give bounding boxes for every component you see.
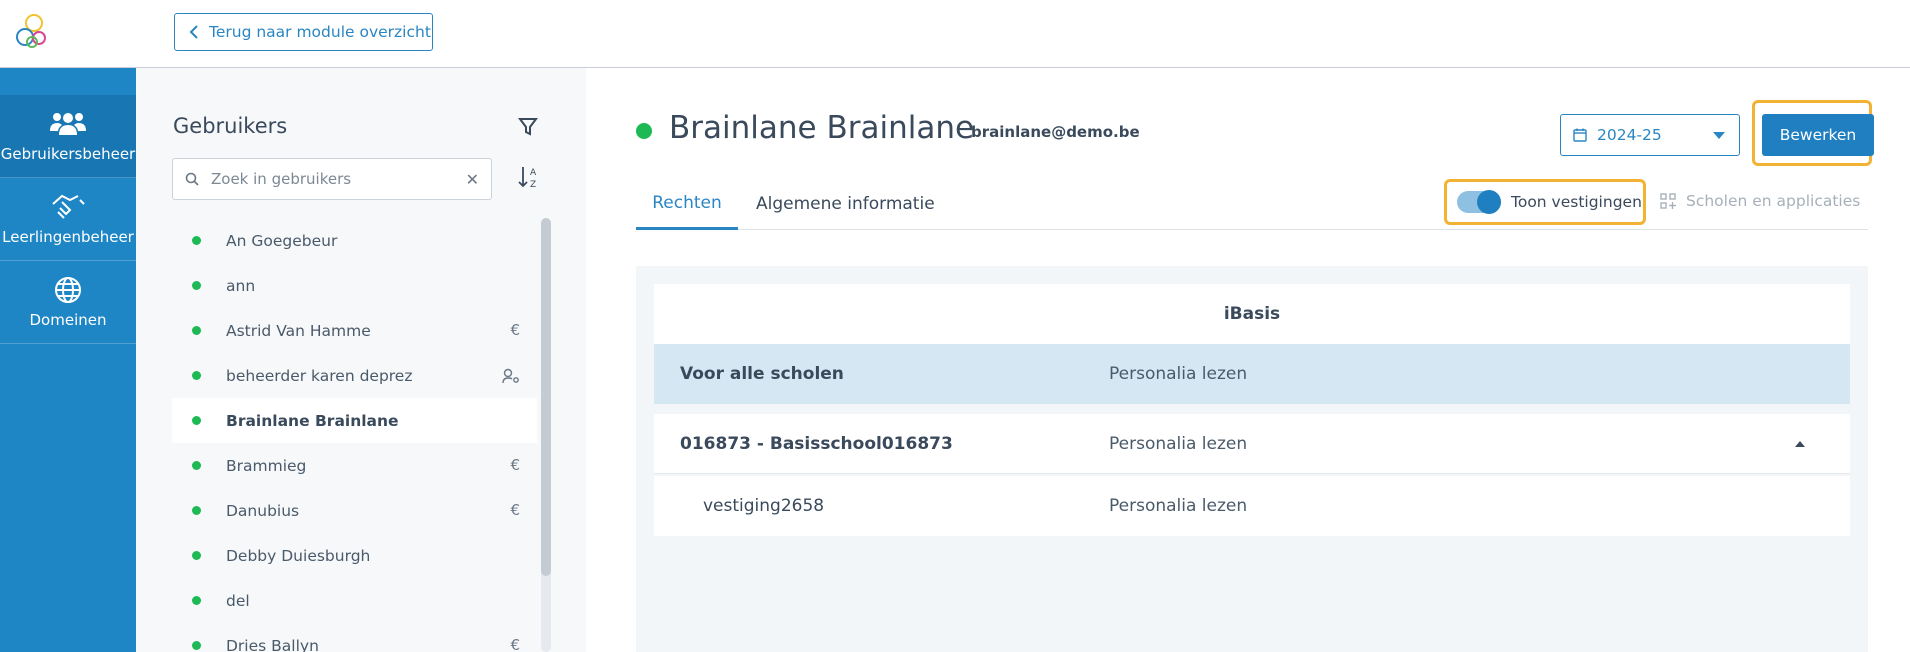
application-card: iBasis Voor alle scholen Personalia leze…: [654, 284, 1850, 538]
brainlane-logo: [16, 14, 46, 48]
nav-label: Gebruikersbeheer: [0, 145, 136, 163]
list-item-selected[interactable]: Brainlane Brainlane: [172, 398, 537, 443]
user-name: Dries Ballyn: [226, 636, 319, 652]
chevron-left-icon: [189, 25, 198, 39]
list-item[interactable]: ann: [172, 263, 537, 308]
user-name: Debby Duiesburgh: [226, 546, 371, 565]
page-title: Brainlane Brainlane: [669, 110, 975, 146]
row-name: vestiging2658: [703, 496, 825, 516]
table-row[interactable]: 016873 - Basisschool016873 Personalia le…: [654, 414, 1850, 474]
search-box: ✕: [172, 158, 492, 200]
nav-label: Domeinen: [29, 311, 107, 329]
tab-algemene-informatie[interactable]: Algemene informatie: [756, 178, 935, 230]
back-to-modules-button[interactable]: Terug naar module overzicht: [174, 13, 433, 51]
show-branches-toggle[interactable]: [1457, 190, 1501, 214]
user-name: beheerder karen deprez: [226, 366, 413, 385]
toggle-highlight: Toon vestigingen: [1444, 179, 1646, 225]
schools-and-apps-button[interactable]: Scholen en applicaties: [1660, 192, 1860, 210]
user-name: Danubius: [226, 501, 300, 520]
user-name: Astrid Van Hamme: [226, 321, 371, 340]
table-row[interactable]: vestiging2658 Personalia lezen: [654, 476, 1850, 536]
list-item[interactable]: Danubius €: [172, 488, 537, 533]
card-title: iBasis: [654, 284, 1850, 344]
list-item[interactable]: beheerder karen deprez: [172, 353, 537, 398]
active-status-dot: [192, 281, 201, 290]
user-list-panel: Gebruikers ✕ A Z An Goegebeur ann Astrid…: [136, 68, 586, 652]
list-item[interactable]: Debby Duiesburgh: [172, 533, 537, 578]
nav-label: Leerlingenbeheer: [2, 228, 134, 246]
edit-highlight: Bewerken: [1752, 100, 1874, 166]
search-icon: [185, 172, 199, 186]
nav-item-leerlingenbeheer[interactable]: Leerlingenbeheer: [0, 178, 136, 261]
schools-label: Scholen en applicaties: [1686, 192, 1861, 210]
toggle-label: Toon vestigingen: [1511, 193, 1642, 211]
sort-alpha-icon[interactable]: A Z: [518, 165, 540, 189]
svg-text:Z: Z: [530, 180, 536, 189]
euro-icon: €: [510, 321, 520, 339]
collapse-icon[interactable]: [1795, 441, 1805, 447]
svg-text:A: A: [530, 168, 537, 178]
active-status-dot: [192, 551, 201, 560]
active-status-dot: [192, 236, 201, 245]
user-name: del: [226, 591, 250, 610]
active-status-dot: [192, 596, 201, 605]
user-gear-icon: [502, 368, 519, 384]
handshake-icon: [52, 194, 85, 219]
clear-search-icon[interactable]: ✕: [466, 170, 479, 189]
user-name: Brammieg: [226, 456, 307, 475]
edit-button[interactable]: Bewerken: [1762, 114, 1874, 156]
search-input[interactable]: [211, 170, 454, 188]
user-list-scrollbar[interactable]: [541, 218, 551, 652]
list-item[interactable]: Astrid Van Hamme €: [172, 308, 537, 353]
back-button-label: Terug naar module overzicht: [209, 23, 431, 41]
toggle-knob: [1477, 190, 1501, 214]
nav-item-gebruikersbeheer[interactable]: Gebruikersbeheer: [0, 95, 136, 178]
left-navigation: Gebruikersbeheer Leerlingenbeheer Domein…: [0, 68, 136, 652]
user-name: An Goegebeur: [226, 231, 338, 250]
euro-icon: €: [510, 636, 520, 652]
list-item[interactable]: An Goegebeur: [172, 218, 537, 263]
top-bar: Terug naar module overzicht: [0, 0, 1910, 68]
nav-item-domeinen[interactable]: Domeinen: [0, 261, 136, 344]
main-content: Brainlane Brainlane brainlane@demo.be 20…: [586, 68, 1910, 652]
active-status-dot: [192, 371, 201, 380]
active-status-dot: [192, 461, 201, 470]
active-status-dot: [192, 506, 201, 515]
chevron-down-icon: [1713, 132, 1725, 139]
active-status-dot: [192, 326, 201, 335]
rights-content: iBasis Voor alle scholen Personalia leze…: [636, 266, 1868, 652]
scrollbar-thumb[interactable]: [541, 218, 551, 576]
list-item[interactable]: Brammieg €: [172, 443, 537, 488]
user-status-dot: [636, 123, 652, 139]
users-icon: [50, 113, 86, 135]
row-name: Voor alle scholen: [680, 364, 844, 384]
panel-title: Gebruikers: [173, 114, 288, 138]
euro-icon: €: [510, 501, 520, 519]
euro-icon: €: [510, 456, 520, 474]
active-status-dot: [192, 416, 201, 425]
row-name: 016873 - Basisschool016873: [680, 433, 953, 454]
calendar-icon: [1573, 128, 1587, 142]
school-year-select[interactable]: 2024-25: [1560, 114, 1740, 156]
tab-rechten[interactable]: Rechten: [636, 178, 738, 230]
list-item[interactable]: del: [172, 578, 537, 623]
user-email: brainlane@demo.be: [971, 123, 1140, 141]
active-status-dot: [192, 641, 201, 650]
row-permission: Personalia lezen: [1109, 433, 1248, 454]
table-row[interactable]: Voor alle scholen Personalia lezen: [654, 344, 1850, 404]
row-permission: Personalia lezen: [1109, 496, 1248, 516]
filter-icon[interactable]: [518, 117, 538, 137]
grid-add-icon: [1660, 193, 1676, 209]
list-item[interactable]: Dries Ballyn €: [172, 623, 537, 652]
globe-icon: [55, 277, 81, 303]
user-list: An Goegebeur ann Astrid Van Hamme € behee…: [172, 218, 537, 652]
user-name: Brainlane Brainlane: [226, 411, 399, 430]
selected-year: 2024-25: [1597, 126, 1662, 144]
user-name: ann: [226, 276, 256, 295]
row-permission: Personalia lezen: [1109, 364, 1248, 384]
